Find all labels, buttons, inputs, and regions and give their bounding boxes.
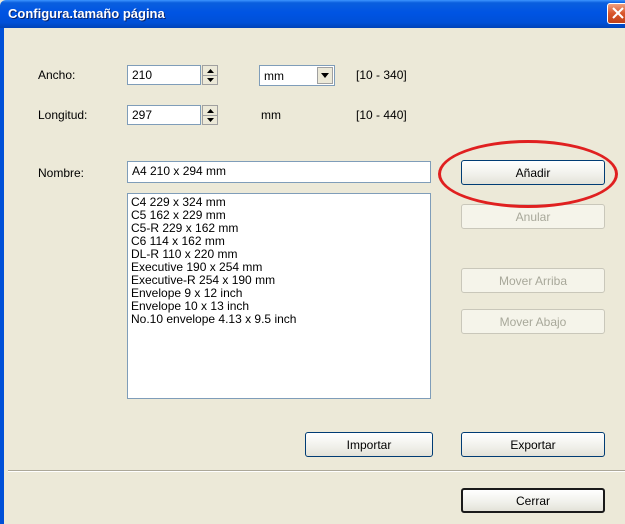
cancel-button[interactable]: Anular xyxy=(461,204,605,229)
width-spinner[interactable] xyxy=(202,65,218,85)
spin-up-icon xyxy=(206,108,214,113)
length-spinner[interactable] xyxy=(202,105,218,125)
divider xyxy=(8,470,625,472)
width-input[interactable]: 210 xyxy=(127,65,201,85)
length-range: [10 - 440] xyxy=(356,108,407,122)
length-unit: mm xyxy=(261,108,281,122)
move-down-button[interactable]: Mover Abajo xyxy=(461,309,605,334)
add-button[interactable]: Añadir xyxy=(461,160,605,185)
list-item[interactable]: No.10 envelope 4.13 x 9.5 inch xyxy=(131,313,427,326)
width-unit-value: mm xyxy=(264,69,284,83)
length-spin-down[interactable] xyxy=(203,115,217,124)
page-setup-dialog: Configura.tamaño página Ancho: 210 mm [1… xyxy=(0,0,625,524)
close-button[interactable]: Cerrar xyxy=(461,488,605,513)
width-label: Ancho: xyxy=(38,68,76,82)
spin-down-icon xyxy=(206,117,214,122)
name-input[interactable]: A4 210 x 294 mm xyxy=(127,161,431,183)
export-button[interactable]: Exportar xyxy=(461,432,605,457)
close-icon xyxy=(612,7,624,19)
spin-up-icon xyxy=(206,68,214,73)
width-spin-down[interactable] xyxy=(203,75,217,84)
window-title: Configura.tamaño página xyxy=(8,6,165,21)
paper-size-list[interactable]: C4 229 x 324 mm C5 162 x 229 mm C5-R 229… xyxy=(127,193,431,399)
title-bar[interactable]: Configura.tamaño página xyxy=(0,0,625,28)
import-button[interactable]: Importar xyxy=(305,432,433,457)
width-range: [10 - 340] xyxy=(356,68,407,82)
window-frame-left xyxy=(0,28,4,524)
length-input[interactable]: 297 xyxy=(127,105,201,125)
spin-down-icon xyxy=(206,77,214,82)
length-label: Longitud: xyxy=(38,108,88,122)
dropdown-arrow-icon xyxy=(321,73,329,78)
close-window-button[interactable] xyxy=(607,3,625,24)
name-label: Nombre: xyxy=(38,166,85,180)
width-unit-dropdown-button[interactable] xyxy=(317,67,333,84)
move-up-button[interactable]: Mover Arriba xyxy=(461,268,605,293)
width-unit-select[interactable]: mm xyxy=(259,65,335,86)
